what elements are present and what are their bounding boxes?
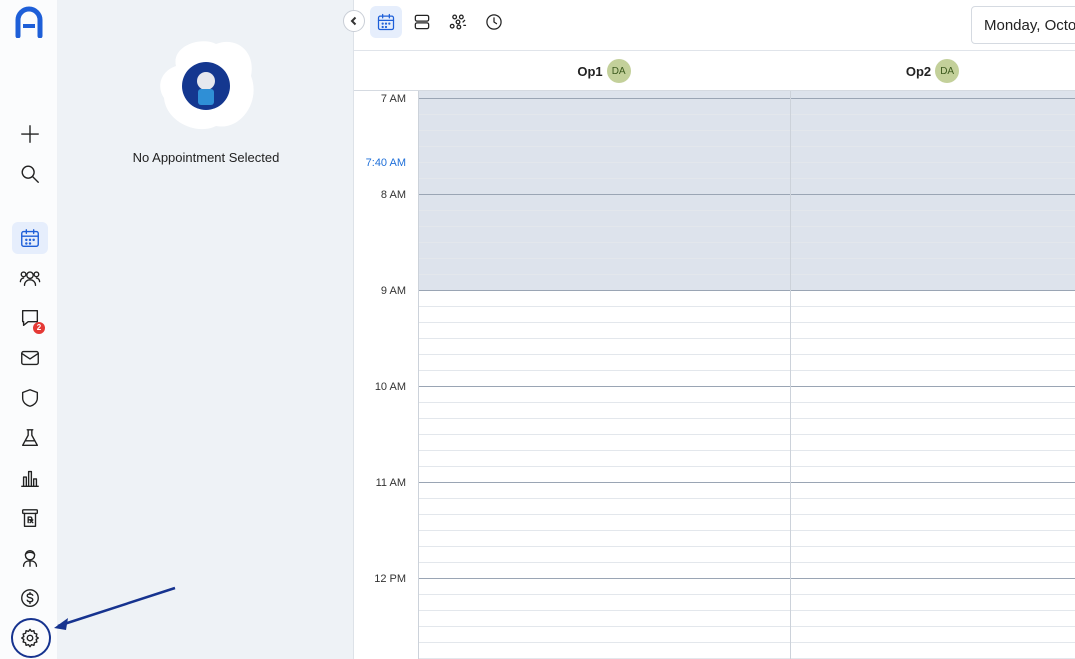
messages-nav-button[interactable]: 2	[12, 302, 48, 334]
closed-hours-block	[418, 91, 1075, 291]
slot-line	[418, 146, 1075, 147]
nav-rail: 2	[0, 0, 58, 659]
empty-state-illustration	[156, 36, 256, 134]
slot-line	[418, 610, 1075, 611]
unread-badge: 2	[33, 322, 45, 334]
calendar-toolbar: Monday, Octo	[343, 0, 1075, 51]
column-name: Op1	[577, 63, 603, 79]
settings-gear-icon	[21, 628, 39, 648]
slot-line	[418, 530, 1075, 531]
operatory-headers: Op1 DA Op2 DA	[354, 51, 1075, 91]
lab-nav-button[interactable]	[12, 422, 48, 454]
slot-line	[418, 274, 1075, 275]
provider-avatar: DA	[935, 59, 960, 83]
rows-view-button[interactable]	[406, 6, 438, 38]
column-divider	[418, 91, 419, 659]
group-view-icon	[449, 14, 467, 30]
prescription-icon	[21, 509, 39, 527]
time-grid[interactable]: 7 AM 7:40 AM 8 AM 9 AM 10 AM 11 AM 12 PM	[354, 91, 1075, 659]
schedule-nav-button[interactable]	[12, 222, 48, 254]
reports-chart-icon	[21, 470, 39, 487]
hour-line	[418, 290, 1075, 291]
slot-line	[418, 562, 1075, 563]
slot-line	[418, 626, 1075, 627]
hour-line	[418, 194, 1075, 195]
hour-label: 9 AM	[380, 285, 406, 297]
hour-label: 11 AM	[375, 477, 406, 489]
current-time-label: 7:40 AM	[365, 157, 406, 169]
slot-line	[418, 402, 1075, 403]
hour-line	[418, 98, 1075, 99]
provider-avatar: DA	[606, 59, 631, 83]
hour-line	[418, 386, 1075, 387]
reports-nav-button[interactable]	[12, 462, 48, 494]
settings-nav-button[interactable]	[12, 622, 48, 654]
group-view-button[interactable]	[442, 6, 474, 38]
slot-line	[418, 114, 1075, 115]
calendar-icon	[21, 229, 39, 247]
collapse-panel-button[interactable]	[343, 10, 365, 32]
clock-icon	[486, 14, 502, 30]
providers-nav-button[interactable]	[12, 542, 48, 574]
hour-label: 10 AM	[374, 381, 406, 393]
patients-icon	[19, 271, 41, 287]
day-view-button[interactable]	[370, 6, 402, 38]
new-button[interactable]	[12, 118, 48, 150]
hour-label: 7 AM	[380, 93, 406, 105]
hour-label: 8 AM	[380, 189, 406, 201]
slot-line	[418, 466, 1075, 467]
slot-line	[418, 162, 1075, 163]
hour-line	[418, 578, 1075, 579]
column-divider	[790, 91, 791, 659]
plus-icon	[21, 125, 39, 143]
billing-dollar-icon	[21, 589, 39, 607]
rows-view-icon	[414, 14, 430, 30]
slot-line	[418, 242, 1075, 243]
search-button[interactable]	[12, 158, 48, 190]
slot-line	[418, 338, 1075, 339]
insurance-nav-button[interactable]	[12, 382, 48, 414]
slot-line	[418, 354, 1075, 355]
search-icon	[21, 165, 39, 183]
app-logo[interactable]	[14, 6, 46, 40]
appointment-panel: No Appointment Selected	[58, 0, 354, 659]
slot-line	[418, 210, 1075, 211]
slot-line	[418, 546, 1075, 547]
shield-icon	[21, 389, 39, 407]
hour-line	[418, 482, 1075, 483]
slot-line	[418, 450, 1075, 451]
slot-line	[418, 514, 1075, 515]
day-calendar-icon	[377, 13, 395, 31]
slot-line	[418, 418, 1075, 419]
hour-label: 12 PM	[374, 573, 406, 585]
date-picker-button[interactable]: Monday, Octo	[971, 6, 1075, 44]
billing-nav-button[interactable]	[12, 582, 48, 614]
slot-line	[418, 434, 1075, 435]
schedule-calendar: Monday, Octo Op1 DA Op2 DA 7 AM 7:40 AM …	[343, 0, 1075, 659]
slot-line	[418, 594, 1075, 595]
slot-line	[418, 130, 1075, 131]
lab-flask-icon	[21, 429, 39, 447]
slot-line	[418, 642, 1075, 643]
doctor-icon	[22, 549, 38, 567]
slot-line	[418, 498, 1075, 499]
column-header-op2[interactable]: Op2 DA	[790, 51, 1075, 91]
patients-nav-button[interactable]	[12, 262, 48, 294]
slot-line	[418, 306, 1075, 307]
slot-line	[418, 226, 1075, 227]
slot-line	[418, 178, 1075, 179]
history-view-button[interactable]	[478, 6, 510, 38]
column-name: Op2	[905, 63, 932, 79]
no-appointment-message: No Appointment Selected	[132, 150, 280, 165]
slot-line	[418, 370, 1075, 371]
mail-nav-button[interactable]	[12, 342, 48, 374]
chevron-left-icon	[350, 16, 357, 26]
slot-line	[418, 258, 1075, 259]
slot-line	[418, 322, 1075, 323]
mail-icon	[21, 350, 39, 366]
prescriptions-nav-button[interactable]	[12, 502, 48, 534]
column-header-op1[interactable]: Op1 DA	[418, 51, 790, 91]
